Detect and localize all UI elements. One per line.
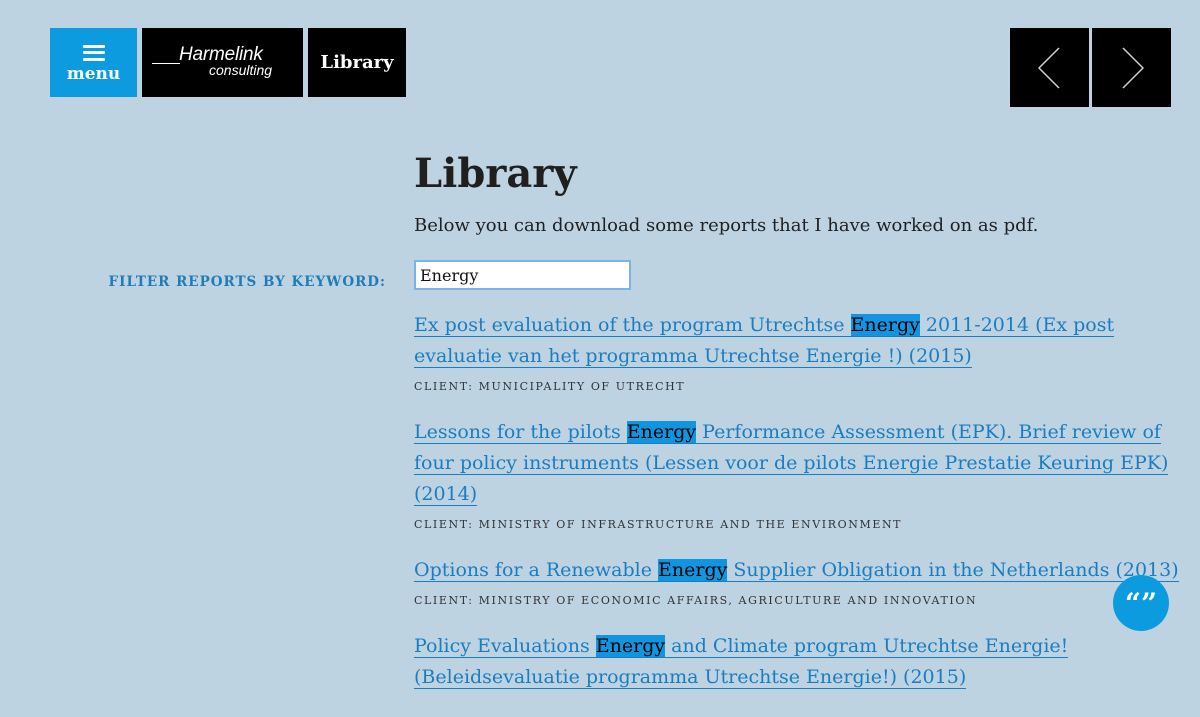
keyword-highlight: Energy	[626, 421, 697, 443]
section-badge: Library	[308, 28, 406, 97]
previous-button[interactable]	[1010, 28, 1089, 107]
logo[interactable]: Harmelink consulting	[142, 28, 303, 97]
report-link[interactable]: Ex post evaluation of the program Utrech…	[414, 314, 1115, 368]
report-client: Client: Municipality of Utrecht	[414, 380, 686, 393]
report-list: Ex post evaluation of the program Utrech…	[414, 310, 1184, 717]
keyword-highlight: Energy	[658, 559, 728, 581]
logo-subtitle: consulting	[209, 62, 273, 78]
chat-button[interactable]: “”	[1113, 575, 1169, 631]
report-link[interactable]: Policy Evaluations Energy and Climate pr…	[414, 635, 1069, 689]
keyword-highlight: Energy	[595, 635, 666, 657]
report-item: Ex post evaluation of the program Utrech…	[414, 310, 1184, 393]
report-link[interactable]: Options for a Renewable Energy Supplier …	[414, 559, 1179, 582]
report-item: Options for a Renewable Energy Supplier …	[414, 555, 1184, 607]
report-link[interactable]: Lessons for the pilots Energy Performanc…	[414, 421, 1169, 506]
hamburger-icon	[82, 44, 105, 61]
report-item: Lessons for the pilots Energy Performanc…	[414, 417, 1184, 531]
menu-label: menu	[66, 63, 121, 84]
logo-line	[152, 63, 180, 64]
report-item: Policy Evaluations Energy and Climate pr…	[414, 631, 1184, 693]
report-client: Client: Ministry of Infrastructure and t…	[414, 518, 903, 531]
keyword-highlight: Energy	[850, 314, 920, 336]
filter-input[interactable]	[414, 260, 631, 290]
page-title: Library	[414, 150, 577, 197]
next-button[interactable]	[1092, 28, 1171, 107]
quote-icon: “”	[1124, 586, 1158, 620]
chevron-left-icon	[1037, 46, 1060, 89]
intro-text: Below you can download some reports that…	[414, 215, 1039, 236]
filter-label: Filter reports by keyword:	[108, 274, 386, 290]
chevron-right-icon	[1121, 46, 1144, 89]
menu-button[interactable]: menu	[50, 28, 137, 97]
report-client: Client: Ministry of Economic Affairs, Ag…	[414, 594, 978, 607]
